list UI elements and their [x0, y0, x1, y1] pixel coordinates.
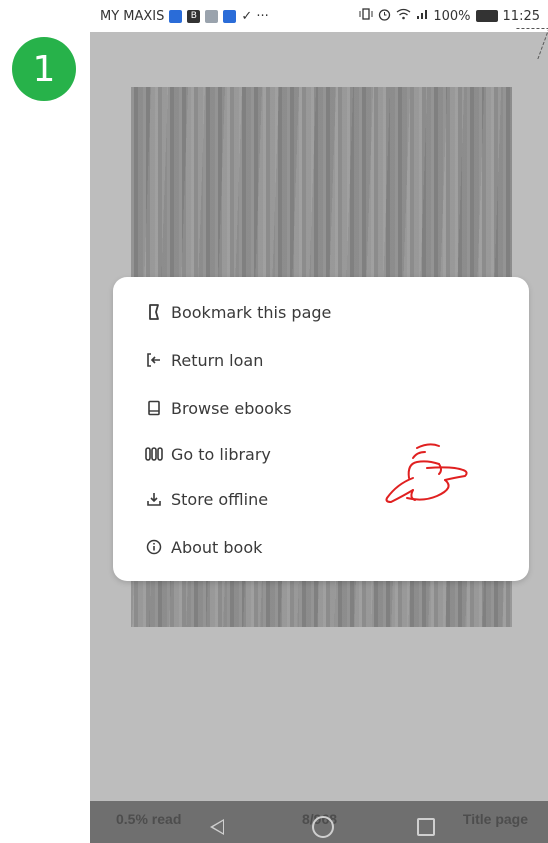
step-number-badge: 1 [12, 37, 76, 101]
battery-icon [475, 10, 498, 22]
wifi-icon [396, 8, 411, 24]
menu-item-label: Bookmark this page [171, 302, 332, 322]
battery-percent: 100% [433, 8, 471, 24]
menu-item-label: Return loan [171, 350, 264, 370]
menu-item-label: Store offline [171, 489, 269, 509]
download-icon [145, 490, 163, 508]
pointing-hand-annotation [385, 443, 468, 503]
status-left: MY MAXIS B ✓ ··· [100, 9, 269, 24]
mail-icon [205, 9, 219, 23]
vibrate-icon [359, 8, 373, 24]
reading-progress: 0.5% read [116, 811, 182, 827]
status-bar: MY MAXIS B ✓ ··· 100% 11:25 [90, 0, 548, 32]
status-right: 100% 11:25 [359, 8, 540, 25]
menu-item-return-loan[interactable]: Return loan [145, 347, 263, 373]
page-corner-mark [505, 28, 548, 59]
section-title: Title page [462, 811, 528, 827]
info-icon [145, 538, 163, 556]
back-nav-icon-inner [213, 821, 223, 833]
book-options-menu: Bookmark this page Return loan Browse eb… [113, 277, 529, 581]
clock: 11:25 [502, 8, 540, 24]
menu-item-label: Go to library [171, 444, 271, 464]
messenger-icon [169, 9, 183, 23]
menu-item-label: About book [171, 537, 263, 557]
menu-item-browse-ebooks[interactable]: Browse ebooks [145, 395, 292, 421]
app-icon [223, 9, 237, 23]
book-icon [145, 399, 163, 417]
home-nav-icon[interactable] [312, 816, 334, 838]
signal-icon [416, 8, 428, 24]
carrier-label: MY MAXIS [100, 8, 165, 24]
phone-screen: MY MAXIS B ✓ ··· 100% 11:25 Bookmark thi… [90, 0, 548, 843]
menu-item-about-book[interactable]: About book [145, 534, 262, 560]
reader-footer: 0.5% read 8/968 Title page [90, 801, 548, 843]
menu-item-go-to-library[interactable]: Go to library [145, 441, 271, 467]
menu-item-bookmark[interactable]: Bookmark this page [145, 299, 331, 325]
menu-item-store-offline[interactable]: Store offline [145, 486, 268, 512]
return-icon [145, 351, 163, 369]
alarm-icon [378, 8, 391, 25]
library-icon [145, 445, 163, 463]
b-app-icon: B [187, 9, 201, 23]
recent-apps-icon[interactable] [417, 818, 435, 836]
menu-item-label: Browse ebooks [171, 398, 292, 418]
bookmark-icon [145, 303, 163, 321]
more-notifications: ✓ ··· [241, 8, 269, 24]
